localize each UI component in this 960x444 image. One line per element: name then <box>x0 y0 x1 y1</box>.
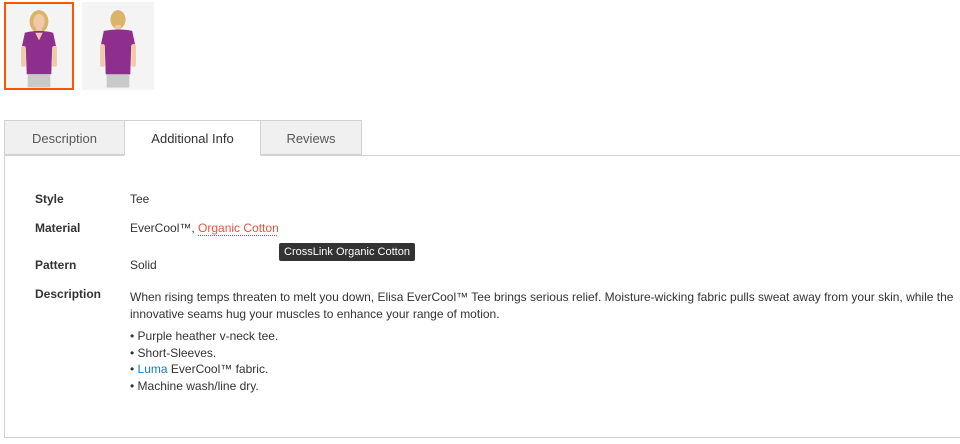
tab-description[interactable]: Description <box>4 120 125 155</box>
list-item: • Machine wash/line dry. <box>130 378 259 393</box>
tooltip: CrossLink Organic Cotton <box>279 243 415 261</box>
style-value: Tee <box>130 192 150 206</box>
material-prefix: EverCool™, <box>130 221 199 235</box>
material-label: Material <box>35 221 81 235</box>
thumbnail-front[interactable] <box>4 2 74 90</box>
pattern-value: Solid <box>130 258 157 272</box>
description-text: When rising temps threaten to melt you d… <box>130 290 954 321</box>
bullet-prefix: • <box>130 362 138 376</box>
additional-info-panel: Style Tee Material EverCool™, Organic Co… <box>4 155 960 438</box>
luma-link[interactable]: Luma <box>138 362 168 376</box>
organic-cotton-link[interactable]: Organic Cotton <box>198 221 279 235</box>
tab-reviews[interactable]: Reviews <box>260 120 362 155</box>
description-bullets: • Purple heather v-neck tee. • Short-Sle… <box>130 328 278 394</box>
description-label: Description <box>35 287 102 301</box>
list-item: • Luma EverCool™ fabric. <box>130 361 278 378</box>
list-item: • Purple heather v-neck tee. <box>130 329 279 343</box>
material-value: EverCool™, Organic Cotton <box>130 221 279 235</box>
product-image-back <box>84 4 152 88</box>
list-item: • Short-Sleeves. <box>130 345 217 360</box>
tab-additional-info[interactable]: Additional Info <box>124 120 261 156</box>
bullet-suffix: EverCool™ fabric. <box>167 362 269 376</box>
product-image-front <box>6 4 72 88</box>
thumbnail-back[interactable] <box>82 2 154 90</box>
pattern-label: Pattern <box>35 258 77 272</box>
style-label: Style <box>35 192 64 206</box>
